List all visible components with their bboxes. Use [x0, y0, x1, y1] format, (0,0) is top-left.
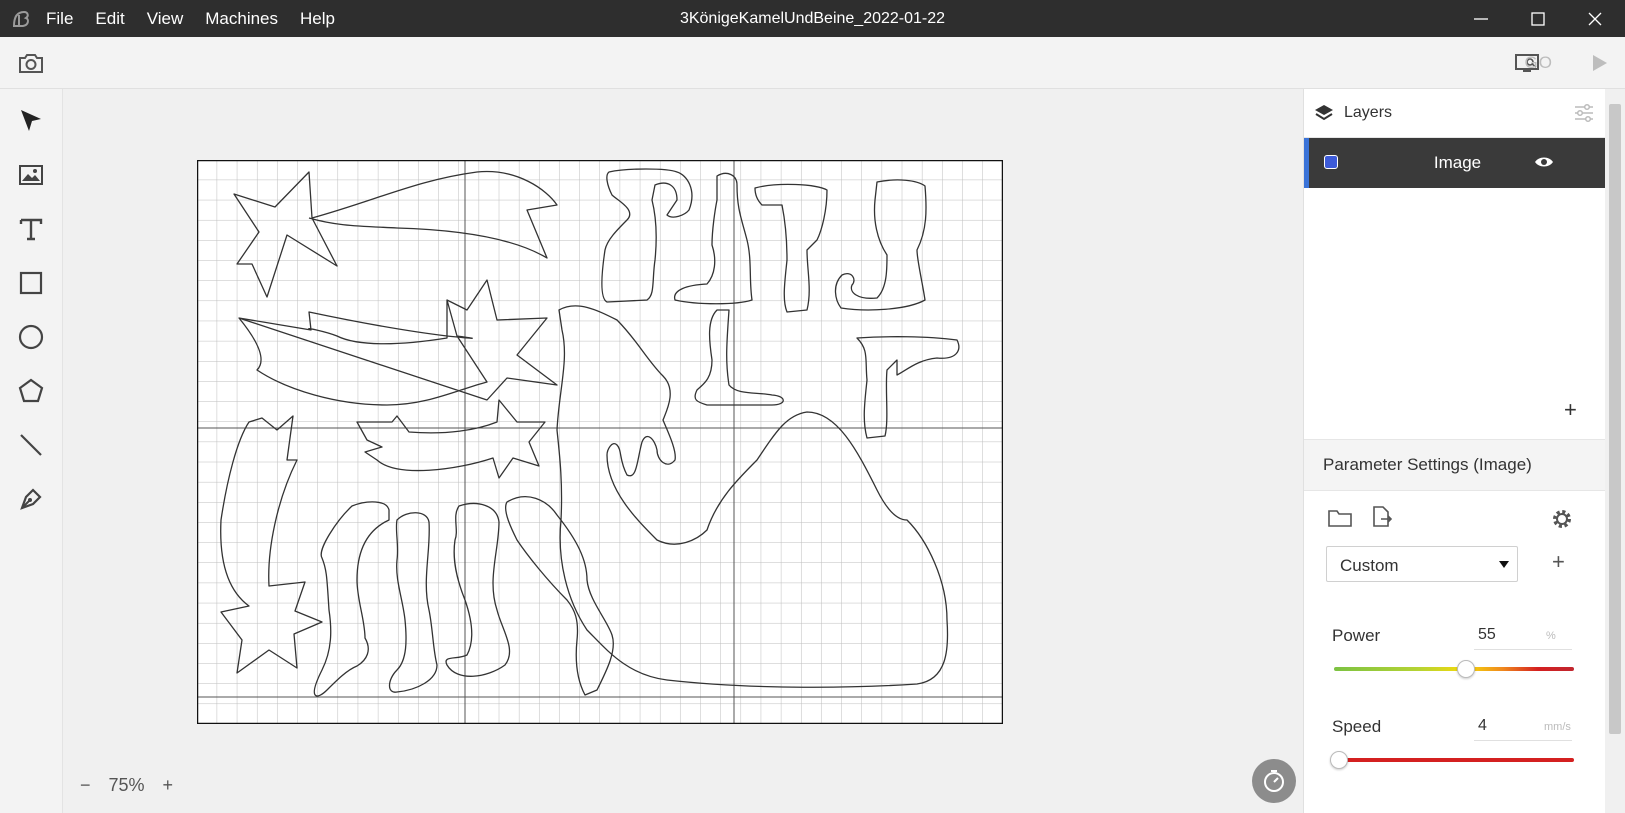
title-bar: File Edit View Machines Help 3KönigeKame… — [0, 0, 1625, 37]
layers-title: Layers — [1344, 104, 1393, 121]
select-tool[interactable] — [15, 105, 47, 137]
canvas-grid — [197, 160, 1003, 724]
image-icon — [19, 165, 43, 185]
parameter-settings-header: Parameter Settings (Image) — [1304, 439, 1606, 491]
zoom-level: 75% — [108, 775, 145, 795]
parameter-settings-title: Parameter Settings (Image) — [1323, 455, 1532, 474]
eye-icon[interactable] — [1534, 155, 1554, 169]
text-icon — [19, 218, 43, 241]
pen-tool[interactable] — [15, 483, 47, 515]
menu-machines[interactable]: Machines — [205, 9, 278, 29]
play-icon[interactable] — [1592, 54, 1608, 72]
camera-icon[interactable] — [18, 52, 44, 74]
cursor-arrow-icon — [21, 110, 41, 131]
circle-icon — [18, 324, 44, 350]
minimize-button[interactable] — [1453, 0, 1509, 37]
power-slider-track[interactable] — [1334, 667, 1574, 671]
layer-name: Image — [1433, 153, 1482, 172]
estimate-time-button[interactable] — [1252, 759, 1296, 803]
speed-input-underline — [1474, 740, 1572, 741]
speed-input[interactable]: 4 — [1478, 717, 1487, 735]
text-tool[interactable] — [15, 213, 47, 245]
close-button[interactable] — [1567, 0, 1623, 37]
export-file-icon[interactable] — [1371, 506, 1393, 528]
app-logo-icon — [12, 10, 29, 27]
ellipse-tool[interactable] — [15, 321, 47, 353]
preset-value: Custom — [1340, 556, 1399, 575]
line-tool[interactable] — [15, 429, 47, 461]
minimize-icon — [1474, 17, 1488, 20]
gear-icon[interactable] — [1550, 507, 1574, 531]
power-label: Power — [1332, 626, 1381, 645]
right-panel: Layers Image + Parameter Settings (Image… — [1303, 89, 1606, 813]
speed-label: Speed — [1332, 717, 1382, 736]
add-layer-button[interactable]: + — [1564, 397, 1577, 423]
rectangle-tool[interactable] — [15, 267, 47, 299]
speed-unit: mm/s — [1544, 721, 1571, 733]
power-unit: % — [1546, 630, 1556, 642]
add-preset-button[interactable]: + — [1552, 549, 1565, 575]
close-icon — [1588, 12, 1602, 25]
line-icon — [20, 434, 42, 456]
go-button[interactable]: GO — [1525, 53, 1553, 73]
power-input[interactable]: 55 — [1478, 626, 1496, 644]
artboard[interactable] — [197, 160, 1003, 724]
layer-item-image[interactable]: Image — [1304, 138, 1606, 188]
maximize-icon — [1531, 11, 1545, 26]
zoom-out-button[interactable]: − — [80, 775, 91, 796]
layers-header: Layers — [1304, 89, 1606, 138]
speed-slider-thumb[interactable] — [1329, 751, 1348, 769]
zoom-control: − 75% + — [80, 775, 191, 796]
speed-slider-track[interactable] — [1334, 758, 1574, 762]
maximize-button[interactable] — [1510, 0, 1566, 37]
layers-icon — [1315, 105, 1333, 121]
tool-palette — [0, 89, 63, 813]
power-slider-thumb[interactable] — [1457, 660, 1475, 678]
menu-edit[interactable]: Edit — [95, 9, 124, 29]
image-tool[interactable] — [15, 159, 47, 191]
polygon-tool[interactable] — [15, 375, 47, 407]
layer-settings-icon[interactable] — [1573, 103, 1595, 123]
menu-file[interactable]: File — [46, 9, 73, 29]
menu-view[interactable]: View — [147, 9, 184, 29]
square-icon — [19, 271, 43, 295]
top-toolbar: GO — [0, 37, 1625, 89]
power-input-underline — [1474, 649, 1572, 650]
timer-icon — [1264, 770, 1284, 792]
scrollbar-thumb[interactable] — [1609, 104, 1621, 734]
menu-help[interactable]: Help — [300, 9, 335, 29]
zoom-in-button[interactable]: + — [163, 775, 174, 796]
chevron-down-icon — [1499, 561, 1509, 568]
preset-dropdown[interactable]: Custom — [1326, 546, 1518, 582]
pen-nib-icon — [20, 488, 42, 510]
pentagon-icon — [18, 378, 44, 403]
folder-icon[interactable] — [1328, 508, 1352, 528]
